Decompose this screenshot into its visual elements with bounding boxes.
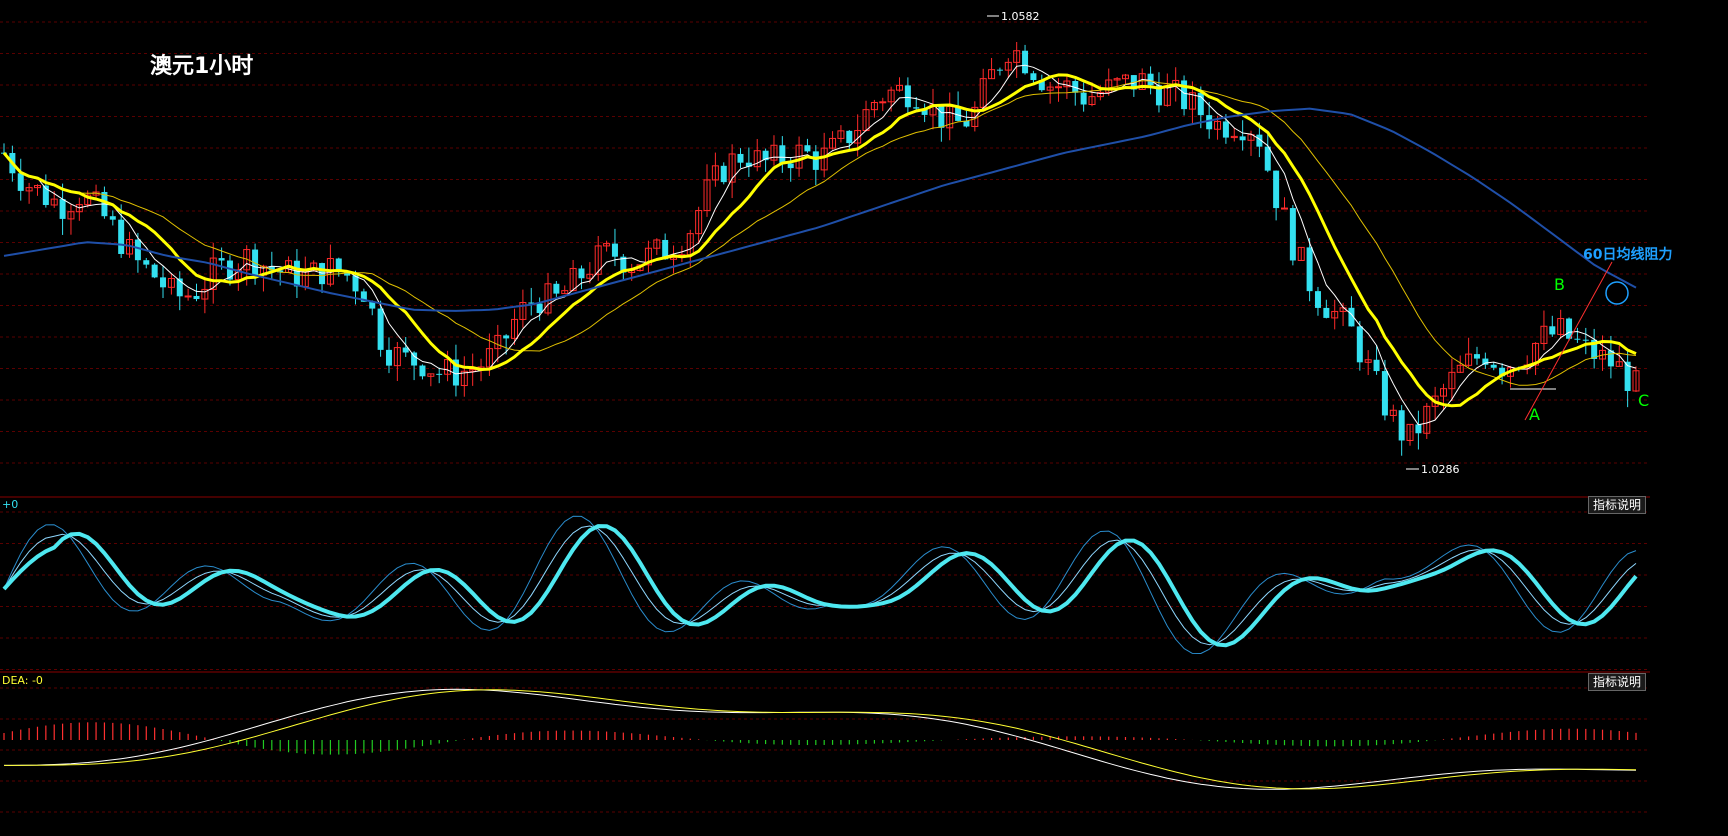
candle-body-down: [1306, 247, 1313, 292]
candle-body-down: [109, 216, 116, 220]
candle-body-down: [193, 295, 200, 300]
ma60-line: [3, 107, 1637, 312]
candle-body-down: [17, 173, 24, 191]
candle-body-up: [1055, 86, 1063, 89]
candle-body-down: [804, 145, 811, 152]
candle-body-down: [779, 145, 786, 164]
chart-stage: 1.0582 1.0286 60日均线阻力 B A C 澳元1小时 +0 DEA: -0 …: [0, 0, 1728, 832]
candle-body-down: [1022, 50, 1029, 74]
candle-body-down: [436, 373, 443, 375]
candle-body-down: [1273, 170, 1280, 209]
candle-body-down: [1381, 371, 1388, 416]
candle-body-down: [352, 275, 359, 292]
ma5-line: [3, 64, 1637, 426]
candle-body-down: [913, 107, 920, 109]
candle-body-down: [1373, 359, 1380, 372]
candle-body-down: [419, 365, 426, 377]
candle-body-down: [1323, 307, 1330, 318]
candle-body-up: [184, 295, 192, 298]
candle-body-down: [1415, 424, 1422, 434]
candle-body-down: [963, 120, 970, 127]
candle-body-down: [1607, 350, 1614, 367]
candle-body-down: [536, 303, 543, 313]
candle-body-down: [904, 85, 911, 108]
resistance-circle: [1605, 281, 1629, 305]
candle-body-down: [59, 199, 66, 219]
high-price-label: 1.0582: [1001, 10, 1040, 23]
candle-body-down: [1582, 339, 1589, 341]
candle-body-down: [553, 283, 560, 294]
candle-body-down: [996, 69, 1003, 71]
candle-body-down: [385, 349, 392, 366]
candle-body-down: [293, 260, 300, 287]
candle-body-down: [1549, 326, 1556, 335]
candle-body-down: [134, 239, 141, 261]
candle-body-down: [151, 264, 158, 278]
indicator-help-button-macd[interactable]: 指标说明: [1588, 673, 1647, 691]
candle-body-down: [812, 151, 819, 170]
candle-body-down: [1147, 73, 1154, 86]
candle-body-down: [787, 163, 794, 169]
low-price-label: 1.0286: [1421, 463, 1460, 476]
candle-body-down: [160, 277, 167, 288]
point-a-label: A: [1529, 405, 1540, 424]
macd-dea-line: [4, 689, 1637, 790]
price-chart: 1.0582 1.0286 60日均线阻力 B A C: [0, 10, 1672, 813]
candle-body-down: [1314, 291, 1321, 308]
candle-body-down: [503, 335, 510, 339]
oscillator-corner-value: +0: [2, 498, 19, 511]
candle-body-down: [377, 308, 384, 350]
candle-body-down: [118, 219, 125, 254]
candle-body-down: [1574, 338, 1581, 340]
resistance-label: 60日均线阻力: [1583, 246, 1672, 263]
ma10-line: [2, 73, 1637, 408]
indicator-help-button-oscillator[interactable]: 指标说明: [1588, 496, 1647, 514]
macd-dea-value: DEA: -0: [2, 674, 43, 687]
candle-body-down: [1239, 136, 1246, 141]
candle-body-down: [1473, 354, 1480, 359]
ma20-line: [3, 80, 1637, 386]
candle-body-down: [1030, 73, 1037, 81]
candle-body-down: [846, 130, 853, 144]
candle-body-down: [1222, 121, 1229, 138]
candle-body-up: [1280, 207, 1288, 210]
candle-body-down: [611, 243, 618, 257]
candle-body-down: [1080, 92, 1087, 105]
candle-body-down: [720, 165, 727, 183]
chart-title: 澳元1小时: [150, 54, 254, 79]
candle-body-down: [411, 352, 418, 366]
candle-body-down: [1490, 364, 1497, 368]
candle-body-down: [1289, 208, 1296, 261]
candle-body-down: [578, 268, 585, 279]
candle-body-down: [1398, 410, 1405, 441]
candle-body-down: [143, 260, 150, 265]
candle-body-down: [218, 258, 225, 261]
point-b-label: B: [1554, 275, 1565, 294]
candle-body-down: [737, 153, 744, 163]
candle-body-down: [938, 104, 945, 128]
candle-body-up: [879, 101, 887, 104]
candle-body-down: [1206, 115, 1213, 130]
point-c-label: C: [1638, 391, 1649, 410]
macd-diff-line: [4, 688, 1637, 790]
candle-body-down: [1356, 326, 1363, 363]
